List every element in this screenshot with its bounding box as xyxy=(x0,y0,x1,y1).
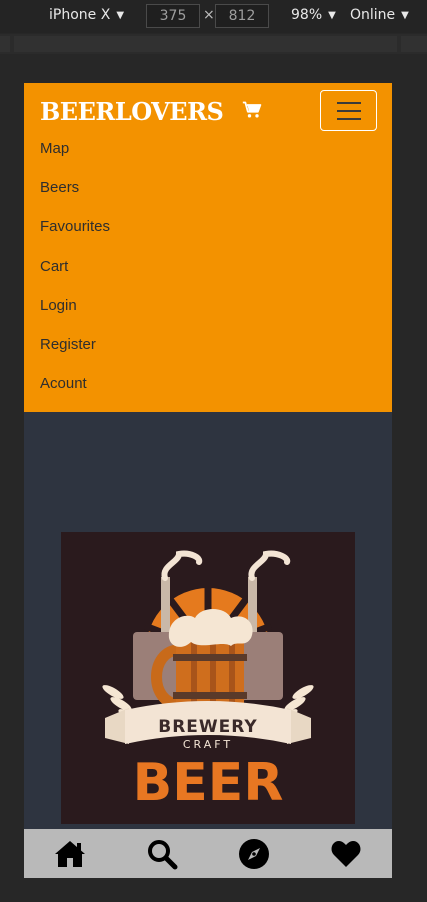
network-select[interactable]: Online ▼ xyxy=(350,7,409,23)
nav-item-login[interactable]: Login xyxy=(40,295,110,334)
brewery-logo-image: BREWERY CRAFT BEER xyxy=(61,532,355,824)
nav-item-account[interactable]: Acount xyxy=(40,373,110,412)
search-button[interactable] xyxy=(142,834,182,874)
favourites-button[interactable] xyxy=(326,834,366,874)
brand-logo[interactable]: BEERLOVERS xyxy=(40,97,224,126)
nav-menu: Map Beers Favourites Cart Login Register… xyxy=(40,138,110,412)
hamburger-icon-bar xyxy=(336,101,361,104)
zoom-select[interactable]: 98% ▼ xyxy=(291,7,336,23)
times-label: × xyxy=(203,7,215,23)
ruler-segment[interactable] xyxy=(0,36,10,52)
device-select[interactable]: iPhone X ▼ xyxy=(49,7,124,23)
network-value: Online xyxy=(350,7,396,23)
heart-icon xyxy=(331,840,361,867)
height-input[interactable]: 812 xyxy=(215,4,269,28)
nav-item-favourites[interactable]: Favourites xyxy=(40,216,110,255)
logo-text-craft: CRAFT xyxy=(183,738,233,751)
zoom-value: 98% xyxy=(291,7,323,23)
width-input[interactable]: 375 xyxy=(146,4,200,28)
hamburger-icon-bar xyxy=(336,117,361,120)
devtools-device-toolbar: iPhone X ▼ 375 × 812 98% ▼ Online ▼ xyxy=(0,0,427,33)
home-icon xyxy=(55,840,85,867)
bottom-nav xyxy=(24,829,392,878)
logo-text-beer: BEER xyxy=(133,753,284,813)
explore-button[interactable] xyxy=(234,834,274,874)
compass-icon xyxy=(239,838,269,869)
chevron-down-icon: ▼ xyxy=(328,9,336,21)
beer-mug-illustration: BREWERY CRAFT BEER xyxy=(102,550,314,813)
ruler-segment[interactable] xyxy=(401,36,427,52)
device-viewport: BEERLOVERS Map Beers Favourites Cart Log… xyxy=(24,83,392,878)
home-button[interactable] xyxy=(50,834,90,874)
nav-item-cart[interactable]: Cart xyxy=(40,256,110,295)
search-icon xyxy=(148,839,178,869)
nav-item-map[interactable]: Map xyxy=(40,138,110,177)
nav-item-beers[interactable]: Beers xyxy=(40,177,110,216)
nav-item-register[interactable]: Register xyxy=(40,334,110,373)
device-name: iPhone X xyxy=(49,7,111,23)
chevron-down-icon: ▼ xyxy=(401,9,409,21)
media-query-ruler xyxy=(0,34,427,54)
chevron-down-icon: ▼ xyxy=(116,9,125,21)
navbar-toggler-button[interactable] xyxy=(320,90,377,131)
hamburger-icon-bar xyxy=(336,109,361,112)
ruler-segment[interactable] xyxy=(14,36,397,52)
logo-text-brewery: BREWERY xyxy=(158,717,258,737)
cart-icon[interactable] xyxy=(242,100,262,120)
navbar: BEERLOVERS Map Beers Favourites Cart Log… xyxy=(24,83,392,412)
